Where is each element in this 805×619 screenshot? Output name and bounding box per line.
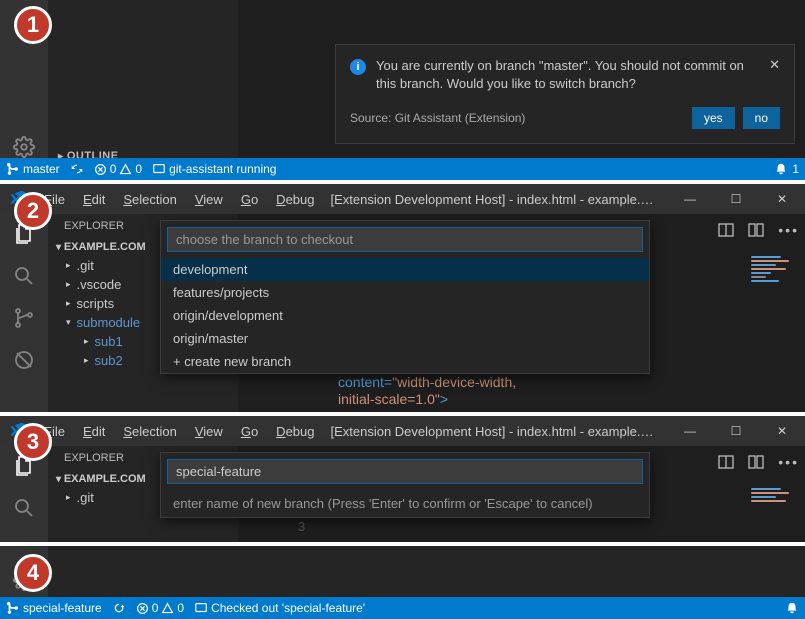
split-editor-icon[interactable] [748, 454, 764, 470]
menu-edit[interactable]: Edit [75, 420, 113, 443]
more-icon[interactable]: ••• [778, 222, 799, 238]
notification-message: You are currently on branch "master". Yo… [376, 57, 753, 93]
step-badge-2: 2 [14, 192, 52, 230]
minimize-button[interactable]: — [667, 416, 713, 446]
quick-pick: choose the branch to checkout developmen… [160, 220, 650, 374]
menu-view[interactable]: View [187, 188, 231, 211]
bell-icon[interactable] [785, 601, 799, 615]
title-bar: File Edit Selection View Go Debug [Exten… [0, 416, 805, 446]
menu-go[interactable]: Go [233, 420, 266, 443]
problems-indicator[interactable]: 0 0 [136, 601, 184, 615]
split-editor-icon[interactable] [748, 222, 764, 238]
close-icon[interactable]: ✕ [769, 57, 780, 73]
quick-pick-item[interactable]: + create new branch [161, 350, 649, 373]
menu-selection[interactable]: Selection [115, 188, 184, 211]
window-title: [Extension Development Host] - index.htm… [322, 192, 667, 207]
minimap[interactable] [747, 486, 797, 536]
step-badge-3: 3 [14, 423, 52, 461]
gear-icon[interactable] [13, 136, 35, 158]
split-preview-icon[interactable] [718, 454, 734, 470]
quick-pick-item[interactable]: origin/development [161, 304, 649, 327]
sync-icon[interactable] [112, 601, 126, 615]
notification-count: 1 [792, 162, 799, 176]
menu-go[interactable]: Go [233, 188, 266, 211]
close-button[interactable]: ✕ [759, 184, 805, 214]
notification-source: Source: Git Assistant (Extension) [350, 111, 684, 125]
info-icon: i [350, 59, 366, 75]
sync-icon[interactable] [70, 162, 84, 176]
menu-selection[interactable]: Selection [115, 420, 184, 443]
quick-pick-input[interactable]: special-feature [167, 459, 643, 484]
window-title: [Extension Development Host] - index.htm… [322, 424, 667, 439]
branch-indicator[interactable]: special-feature [6, 601, 102, 615]
close-button[interactable]: ✕ [759, 416, 805, 446]
task-indicator[interactable]: Checked out 'special-feature' [194, 601, 365, 615]
quick-pick-item[interactable]: features/projects [161, 281, 649, 304]
menu-view[interactable]: View [187, 420, 231, 443]
quick-pick-input[interactable]: choose the branch to checkout [167, 227, 643, 252]
status-bar: master 0 0 git-assistant running 1 [0, 158, 805, 180]
step-badge-4: 4 [14, 554, 52, 592]
quick-pick-hint: enter name of new branch (Press 'Enter' … [161, 490, 649, 517]
quick-pick-item[interactable]: development [161, 258, 649, 281]
task-indicator[interactable]: git-assistant running [152, 162, 276, 176]
maximize-button[interactable]: ☐ [713, 416, 759, 446]
problems-indicator[interactable]: 0 0 [94, 162, 142, 176]
menu-edit[interactable]: Edit [75, 188, 113, 211]
minimap[interactable] [747, 254, 797, 324]
maximize-button[interactable]: ☐ [713, 184, 759, 214]
yes-button[interactable]: yes [692, 107, 735, 129]
more-icon[interactable]: ••• [778, 454, 799, 470]
menu-debug[interactable]: Debug [268, 420, 322, 443]
search-icon[interactable] [12, 264, 36, 288]
menu-debug[interactable]: Debug [268, 188, 322, 211]
step-badge-1: 1 [14, 6, 52, 44]
source-control-icon[interactable] [12, 306, 36, 330]
quick-pick: special-feature enter name of new branch… [160, 452, 650, 518]
no-button[interactable]: no [743, 107, 780, 129]
minimize-button[interactable]: — [667, 184, 713, 214]
quick-pick-item[interactable]: origin/master [161, 327, 649, 350]
title-bar: File Edit Selection View Go Debug [Exten… [0, 184, 805, 214]
search-icon[interactable] [12, 496, 36, 520]
bell-icon[interactable] [774, 162, 788, 176]
notification: i You are currently on branch "master". … [335, 44, 795, 144]
status-bar: special-feature 0 0 Checked out 'special… [0, 597, 805, 619]
debug-icon[interactable] [12, 348, 36, 372]
split-preview-icon[interactable] [718, 222, 734, 238]
code-snippet: content="width-device-width, initial-sca… [338, 374, 516, 408]
branch-indicator[interactable]: master [6, 162, 60, 176]
